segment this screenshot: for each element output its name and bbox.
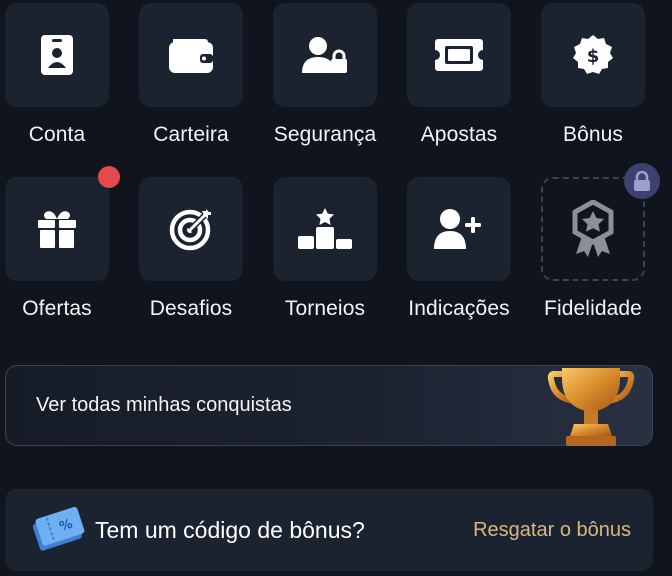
- tile-label: Torneios: [284, 297, 366, 320]
- tile-desafios-box[interactable]: [139, 177, 243, 281]
- svg-text:$: $: [587, 46, 600, 67]
- user-lock-icon: [302, 37, 347, 73]
- tile-bonus[interactable]: $ Bônus: [533, 3, 653, 163]
- tile-fidelidade[interactable]: Fidelidade: [533, 163, 660, 337]
- dollar-badge-icon: $: [573, 35, 613, 74]
- tile-apostas[interactable]: Apostas: [399, 3, 519, 163]
- lock-icon: [634, 171, 650, 191]
- gift-icon: [38, 211, 76, 248]
- tile-indicacoes[interactable]: Indicações: [399, 177, 519, 337]
- podium-icon: [298, 208, 352, 249]
- bonus-code-question: Tem um código de bônus?: [95, 516, 365, 543]
- tile-label: Segurança: [273, 123, 377, 146]
- tile-seguranca[interactable]: Segurança: [265, 3, 385, 163]
- tile-label: Desafios: [149, 297, 233, 320]
- tile-conta-box[interactable]: [5, 3, 109, 107]
- wallet-icon: [169, 39, 213, 73]
- trophy-icon: [547, 368, 635, 446]
- tile-indicacoes-box[interactable]: [407, 177, 511, 281]
- id-card-icon: [41, 35, 73, 75]
- tile-label: Carteira: [153, 123, 229, 146]
- tile-seguranca-box[interactable]: [273, 3, 377, 107]
- ticket-icon: [435, 39, 483, 71]
- tile-label: Ofertas: [22, 297, 92, 320]
- tile-carteira[interactable]: Carteira: [131, 3, 251, 163]
- tile-label: Fidelidade: [544, 297, 642, 320]
- lock-badge: [624, 163, 660, 199]
- user-plus-icon: [434, 209, 481, 249]
- tile-desafios[interactable]: Desafios: [131, 177, 251, 337]
- tile-apostas-box[interactable]: [407, 3, 511, 107]
- redeem-bonus-link[interactable]: Resgatar o bônus: [473, 519, 631, 542]
- tile-ofertas[interactable]: Ofertas: [0, 166, 120, 337]
- bonus-code-row: % Tem um código de bônus? Resgatar o bôn…: [5, 489, 653, 571]
- tile-label: Conta: [28, 123, 86, 146]
- medal-star-icon: [572, 200, 614, 257]
- notification-dot: [98, 166, 120, 188]
- coupon-ticket-icon: %: [32, 507, 85, 551]
- tile-conta[interactable]: Conta: [0, 3, 117, 163]
- tile-label: Indicações: [408, 297, 510, 320]
- tile-label: Bônus: [562, 123, 624, 146]
- target-icon: [169, 209, 211, 251]
- tile-label: Apostas: [420, 123, 498, 146]
- tile-torneios[interactable]: Torneios: [265, 177, 385, 337]
- achievements-label: Ver todas minhas conquistas: [36, 394, 292, 416]
- tile-torneios-box[interactable]: [273, 177, 377, 281]
- tile-carteira-box[interactable]: [139, 3, 243, 107]
- achievements-banner[interactable]: Ver todas minhas conquistas: [5, 365, 653, 446]
- tile-ofertas-box[interactable]: [5, 177, 109, 281]
- tile-bonus-box[interactable]: $: [541, 3, 645, 107]
